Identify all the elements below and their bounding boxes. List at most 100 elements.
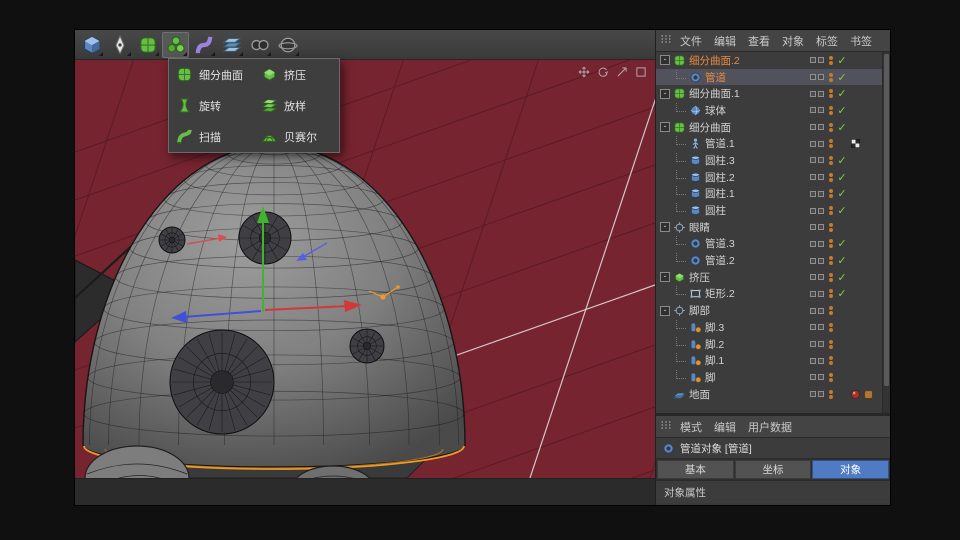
- layer-toggle[interactable]: [810, 291, 816, 297]
- visibility-dots[interactable]: [829, 323, 833, 332]
- object-row[interactable]: -脚部: [656, 302, 890, 319]
- visibility-dots[interactable]: [829, 223, 833, 232]
- object-row[interactable]: -细分曲面.1✓: [656, 85, 890, 102]
- visibility-dots[interactable]: [829, 56, 833, 65]
- layer-toggle[interactable]: [810, 74, 816, 80]
- menu-item-lathe[interactable]: 旋转: [169, 90, 254, 121]
- layer-toggle[interactable]: [818, 291, 824, 297]
- layer-toggle[interactable]: [818, 258, 824, 264]
- layer-toggle[interactable]: [810, 374, 816, 380]
- spline-pen-tool[interactable]: [106, 32, 133, 58]
- enabled-check-icon[interactable]: ✓: [835, 71, 849, 84]
- layer-toggle[interactable]: [810, 224, 816, 230]
- visibility-dots[interactable]: [829, 106, 833, 115]
- enabled-check-icon[interactable]: ✓: [835, 237, 849, 250]
- layer-toggle[interactable]: [818, 358, 824, 364]
- om-menu-0[interactable]: 文件: [674, 33, 708, 49]
- layer-toggle[interactable]: [818, 157, 824, 163]
- expander-icon[interactable]: -: [660, 222, 670, 232]
- layer-toggle[interactable]: [810, 341, 816, 347]
- expander-icon[interactable]: -: [660, 55, 670, 65]
- layer-toggle[interactable]: [818, 174, 824, 180]
- layer-toggle[interactable]: [818, 57, 824, 63]
- layer-toggle[interactable]: [810, 107, 816, 113]
- object-row[interactable]: -眼睛: [656, 219, 890, 236]
- layer-toggle[interactable]: [818, 274, 824, 280]
- visibility-dots[interactable]: [829, 73, 833, 82]
- visibility-dots[interactable]: [829, 123, 833, 132]
- visibility-dots[interactable]: [829, 206, 833, 215]
- visibility-dots[interactable]: [829, 306, 833, 315]
- object-row[interactable]: 矩形.2✓: [656, 286, 890, 303]
- am-menu-0[interactable]: 模式: [674, 419, 708, 435]
- layer-toggle[interactable]: [818, 224, 824, 230]
- object-row[interactable]: 脚.1: [656, 352, 890, 369]
- visibility-dots[interactable]: [829, 289, 833, 298]
- enabled-check-icon[interactable]: ✓: [835, 171, 849, 184]
- am-menu-2[interactable]: 用户数据: [742, 419, 798, 435]
- object-row[interactable]: 圆柱.3✓: [656, 152, 890, 169]
- menu-item-sweep[interactable]: 扫描: [169, 121, 254, 152]
- enabled-check-icon[interactable]: ✓: [835, 254, 849, 267]
- environment-tool[interactable]: [274, 32, 301, 58]
- layer-toggle[interactable]: [818, 107, 824, 113]
- visibility-dots[interactable]: [829, 173, 833, 182]
- enabled-check-icon[interactable]: ✓: [835, 187, 849, 200]
- layer-toggle[interactable]: [818, 374, 824, 380]
- menu-item-bezier[interactable]: 贝赛尔: [254, 121, 339, 152]
- layer-toggle[interactable]: [810, 157, 816, 163]
- generators-tool[interactable]: [162, 32, 189, 58]
- layer-toggle[interactable]: [810, 258, 816, 264]
- expander-icon[interactable]: -: [660, 122, 670, 132]
- object-row[interactable]: 圆柱✓: [656, 202, 890, 219]
- layer-toggle[interactable]: [810, 174, 816, 180]
- layer-toggle[interactable]: [810, 124, 816, 130]
- layer-toggle[interactable]: [818, 74, 824, 80]
- visibility-dots[interactable]: [829, 273, 833, 282]
- object-row[interactable]: 圆柱.2✓: [656, 169, 890, 186]
- object-row[interactable]: -细分曲面✓: [656, 119, 890, 136]
- layer-toggle[interactable]: [818, 208, 824, 214]
- om-menu-1[interactable]: 编辑: [708, 33, 742, 49]
- orbit-icon[interactable]: [597, 66, 609, 78]
- object-row[interactable]: -挤压✓: [656, 269, 890, 286]
- visibility-dots[interactable]: [829, 340, 833, 349]
- floor-tool[interactable]: [218, 32, 245, 58]
- menu-item-extrude[interactable]: 挤压: [254, 59, 339, 90]
- tree-scrollbar[interactable]: [882, 52, 890, 413]
- visibility-dots[interactable]: [829, 89, 833, 98]
- scrollbar-thumb[interactable]: [884, 54, 889, 386]
- visibility-dots[interactable]: [829, 239, 833, 248]
- visibility-dots[interactable]: [829, 156, 833, 165]
- om-menu-4[interactable]: 标签: [810, 33, 844, 49]
- layer-toggle[interactable]: [818, 191, 824, 197]
- add-cube-tool[interactable]: [78, 32, 105, 58]
- om-menu-5[interactable]: 书签: [844, 33, 878, 49]
- enabled-check-icon[interactable]: ✓: [835, 154, 849, 167]
- object-row[interactable]: 脚.3: [656, 319, 890, 336]
- object-row[interactable]: 圆柱.1✓: [656, 186, 890, 203]
- layer-toggle[interactable]: [810, 241, 816, 247]
- expander-icon[interactable]: -: [660, 306, 670, 316]
- layer-toggle[interactable]: [818, 308, 824, 314]
- layer-toggle[interactable]: [818, 124, 824, 130]
- layer-toggle[interactable]: [810, 274, 816, 280]
- om-menu-2[interactable]: 查看: [742, 33, 776, 49]
- layer-toggle[interactable]: [818, 341, 824, 347]
- tab-coordinates[interactable]: 坐标: [735, 460, 812, 479]
- pan-icon[interactable]: [578, 66, 590, 78]
- enabled-check-icon[interactable]: ✓: [835, 87, 849, 100]
- layer-toggle[interactable]: [810, 91, 816, 97]
- expander-icon[interactable]: -: [660, 272, 670, 282]
- object-row[interactable]: 管道.3✓: [656, 236, 890, 253]
- zoom-icon[interactable]: [616, 66, 628, 78]
- visibility-dots[interactable]: [829, 139, 833, 148]
- expander-icon[interactable]: -: [660, 89, 670, 99]
- viewport[interactable]: [75, 60, 655, 478]
- visibility-dots[interactable]: [829, 189, 833, 198]
- object-row[interactable]: 管道.2✓: [656, 252, 890, 269]
- enabled-check-icon[interactable]: ✓: [835, 204, 849, 217]
- om-menu-3[interactable]: 对象: [776, 33, 810, 49]
- am-menu-1[interactable]: 编辑: [708, 419, 742, 435]
- enabled-check-icon[interactable]: ✓: [835, 271, 849, 284]
